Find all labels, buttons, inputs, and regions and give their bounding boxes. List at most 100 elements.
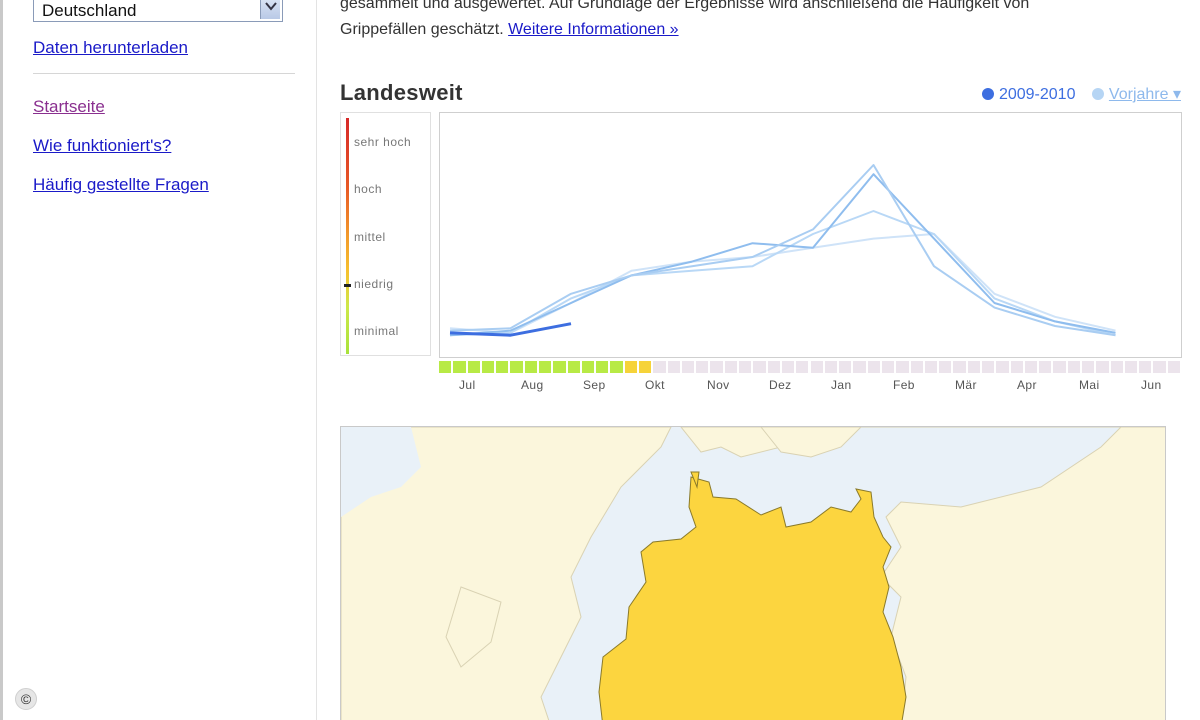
week-cell (596, 361, 609, 373)
week-cell (467, 361, 480, 373)
week-cell (524, 361, 537, 373)
download-data-link[interactable]: Daten herunterladen (33, 38, 188, 58)
week-cell (981, 361, 995, 373)
month-tick-label: Jul (459, 378, 476, 392)
month-tick-label: Jun (1141, 378, 1162, 392)
legend-previous-dot (1091, 88, 1104, 100)
week-cell (939, 361, 952, 373)
week-cell (767, 361, 780, 373)
week-cell (1024, 361, 1038, 373)
week-cell (1139, 361, 1152, 373)
week-cell (996, 361, 1009, 373)
level-label-low: niedrig (354, 277, 394, 291)
week-cell (481, 361, 495, 373)
week-cell (753, 361, 766, 373)
sidebar: Deutschland Daten herunterladen Startsei… (3, 0, 317, 720)
current-level-marker (344, 284, 351, 287)
chart-title: Landesweit (340, 80, 463, 105)
intro-line-2-text: Grippefällen geschätzt. (340, 21, 504, 38)
region-select-value: Deutschland (42, 1, 137, 20)
legend-current[interactable]: 2009-2010 (981, 86, 1075, 103)
sidebar-item-faq[interactable]: Häufig gestellte Fragen (33, 175, 209, 195)
month-tick-label: Aug (521, 378, 544, 392)
week-cell (1153, 361, 1166, 373)
copyright-icon[interactable]: © (15, 688, 37, 710)
week-cell (710, 361, 723, 373)
month-tick-label: Dez (769, 378, 792, 392)
week-cell (724, 361, 738, 373)
month-tick-label: Feb (893, 378, 915, 392)
month-tick-label: Mär (955, 378, 977, 392)
series-previous-line-4 (449, 233, 1116, 334)
month-tick-label: Okt (645, 378, 665, 392)
week-cell (1096, 361, 1109, 373)
activity-level-scale: sehr hoch hoch mittel niedrig minimal (340, 112, 431, 356)
week-cell (853, 361, 866, 373)
chart-legend: 2009-2010 Vorjahre ▾ (981, 84, 1181, 104)
previous-years-dropdown[interactable]: Vorjahre ▾ (1109, 86, 1181, 103)
week-cell (553, 361, 566, 373)
week-cell (953, 361, 966, 373)
level-label-very-high: sehr hoch (354, 135, 412, 149)
level-label-medium: mittel (354, 230, 386, 244)
chevron-down-icon[interactable] (260, 0, 280, 19)
week-cell (896, 361, 909, 373)
week-cell (581, 361, 595, 373)
level-color-bar (346, 118, 349, 354)
legend-previous[interactable]: Vorjahre ▾ (1091, 86, 1181, 103)
week-cell (810, 361, 823, 373)
week-cell (639, 361, 652, 373)
week-cell (1053, 361, 1066, 373)
chart-plot-area (449, 164, 1116, 337)
page: Deutschland Daten herunterladen Startsei… (0, 0, 1200, 720)
week-cell (1039, 361, 1052, 373)
month-tick-label: Sep (583, 378, 606, 392)
map-canvas (341, 427, 1165, 720)
series-previous-line-3 (449, 210, 1116, 337)
month-tick-label: Mai (1079, 378, 1100, 392)
week-cell (1010, 361, 1023, 373)
intro-text: gesammelt und ausgewertet. Auf Grundlage… (340, 0, 1190, 43)
germany-map[interactable] (340, 426, 1166, 720)
intro-line-2: Grippefällen geschätzt. Weitere Informat… (340, 17, 1190, 43)
week-cell (1067, 361, 1080, 373)
sidebar-divider (33, 73, 295, 74)
month-tick-label: Apr (1017, 378, 1037, 392)
week-cell (510, 361, 523, 373)
week-cell (881, 361, 895, 373)
level-label-high: hoch (354, 182, 383, 196)
week-cell (781, 361, 795, 373)
week-cell (496, 361, 509, 373)
main-content: gesammelt und ausgewertet. Auf Grundlage… (318, 0, 1200, 720)
intro-line-1: gesammelt und ausgewertet. Auf Grundlage… (340, 0, 1030, 12)
week-cell (624, 361, 638, 373)
week-cell (439, 361, 452, 373)
week-cell (567, 361, 580, 373)
week-cell (839, 361, 852, 373)
sidebar-item-home[interactable]: Startseite (33, 97, 105, 117)
week-cell (739, 361, 752, 373)
highlighted-country-region[interactable] (598, 476, 907, 720)
week-cell (696, 361, 709, 373)
sidebar-item-how-it-works[interactable]: Wie funktioniert's? (33, 136, 171, 156)
region-select[interactable]: Deutschland (33, 0, 283, 22)
legend-current-dot (981, 88, 994, 100)
week-cell (667, 361, 680, 373)
week-cell (924, 361, 938, 373)
week-cell (1167, 361, 1180, 373)
week-cell (610, 361, 623, 373)
week-cell (796, 361, 809, 373)
week-cell (824, 361, 838, 373)
month-tick-label: Jan (831, 378, 852, 392)
week-cell (453, 361, 466, 373)
weekly-level-strip (439, 361, 1182, 373)
week-cell (681, 361, 695, 373)
week-cell (867, 361, 880, 373)
map-land-islands (760, 427, 862, 458)
week-cell (967, 361, 980, 373)
week-cell (653, 361, 666, 373)
week-cell (539, 361, 552, 373)
week-cell (1110, 361, 1123, 373)
flu-trend-chart (439, 112, 1182, 358)
more-info-link[interactable]: Weitere Informationen » (508, 21, 678, 38)
